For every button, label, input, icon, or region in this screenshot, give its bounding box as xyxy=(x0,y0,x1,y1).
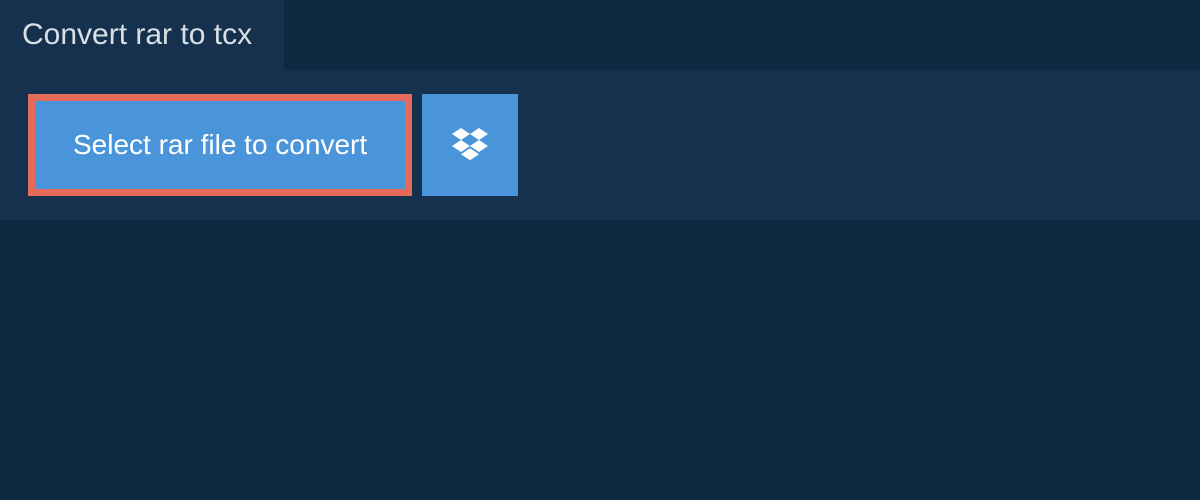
select-file-label: Select rar file to convert xyxy=(73,129,367,161)
page-title: Convert rar to tcx xyxy=(22,18,252,52)
header-tab: Convert rar to tcx xyxy=(0,0,284,70)
upload-panel: Select rar file to convert xyxy=(0,70,1200,220)
select-file-button[interactable]: Select rar file to convert xyxy=(28,94,412,196)
dropbox-source-button[interactable] xyxy=(422,94,518,196)
dropbox-icon xyxy=(452,125,488,166)
